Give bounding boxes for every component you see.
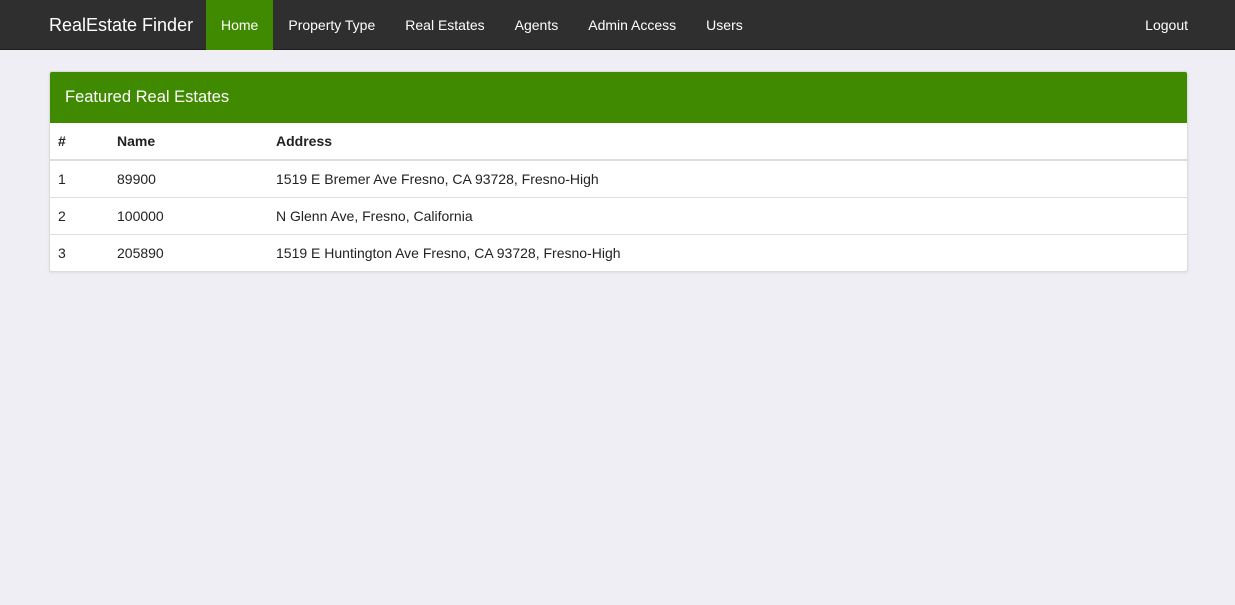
row-number: 1: [58, 170, 66, 187]
row-name: 89900: [117, 170, 156, 187]
row-address: N Glenn Ave, Fresno, California: [268, 196, 1187, 234]
nav-item-users[interactable]: Users: [691, 0, 758, 50]
nav-item-agents[interactable]: Agents: [500, 0, 574, 50]
nav-item-real-estates[interactable]: Real Estates: [390, 0, 499, 50]
brand-link[interactable]: RealEstate Finder: [49, 0, 193, 50]
table-row: 3 205890 1519 E Huntington Ave Fresno, C…: [50, 233, 1187, 271]
row-name: 205890: [109, 233, 268, 271]
nav-item-admin-access[interactable]: Admin Access: [573, 0, 691, 50]
column-header-address: Address: [268, 123, 1187, 161]
panel-title: Featured Real Estates: [50, 72, 1187, 123]
row-address: 1519 E Huntington Ave Fresno, CA 93728, …: [268, 233, 1187, 271]
featured-real-estates-panel: Featured Real Estates # Name Address 1 8…: [49, 71, 1188, 272]
table-row: 2 100000 N Glenn Ave, Fresno, California: [50, 196, 1187, 234]
table-row: 1 89900 1519 E Bremer Ave Fresno, CA 937…: [50, 160, 1187, 197]
nav-item-home[interactable]: Home: [206, 0, 274, 50]
nav-item-property-type[interactable]: Property Type: [273, 0, 390, 50]
nav-menu: Home Property Type Real Estates Agents A…: [206, 0, 758, 50]
row-address: 1519 E Bremer Ave Fresno, CA 93728, Fres…: [276, 170, 599, 187]
column-header-name: Name: [109, 123, 268, 161]
real-estates-table: # Name Address 1 89900 1519 E Bremer Ave…: [50, 123, 1187, 271]
row-number: 3: [50, 233, 109, 271]
column-header-number: #: [50, 123, 109, 161]
row-number: 2: [50, 196, 109, 234]
logout-link[interactable]: Logout: [1145, 0, 1188, 50]
table-header-row: # Name Address: [50, 123, 1187, 161]
top-navbar: RealEstate Finder Home Property Type Rea…: [0, 0, 1235, 50]
row-name: 100000: [109, 196, 268, 234]
